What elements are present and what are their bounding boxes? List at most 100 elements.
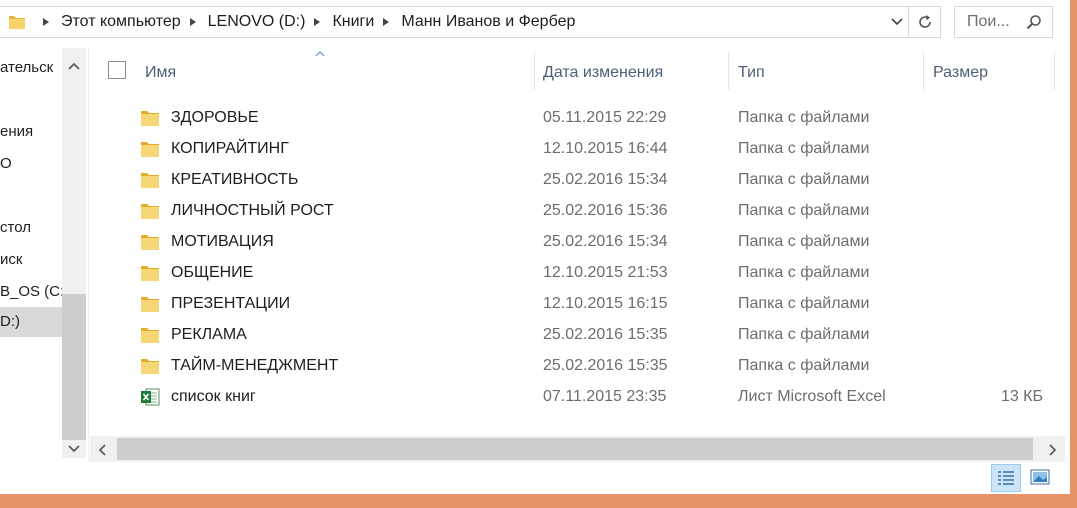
folder-icon <box>9 16 25 29</box>
list-item[interactable]: КРЕАТИВНОСТЬ 25.02.2016 15:34 Папка с фа… <box>90 165 1070 196</box>
breadcrumb-item-books[interactable]: Книги <box>330 13 376 31</box>
file-type: Папка с файлами <box>738 140 870 157</box>
list-item[interactable]: ОБЩЕНИЕ 12.10.2015 21:53 Папка с файлами <box>90 258 1070 289</box>
refresh-button[interactable] <box>909 6 941 38</box>
file-name: МОТИВАЦИЯ <box>171 233 274 250</box>
file-type: Папка с файлами <box>738 202 870 219</box>
file-name: КОПИРАЙТИНГ <box>171 140 289 157</box>
chevron-left-icon[interactable] <box>98 444 108 456</box>
status-bar <box>0 462 1070 494</box>
file-type: Папка с файлами <box>738 326 870 343</box>
list-item[interactable]: КОПИРАЙТИНГ 12.10.2015 16:44 Папка с фай… <box>90 134 1070 165</box>
file-size: 13 КБ <box>1000 388 1043 405</box>
file-date: 25.02.2016 15:34 <box>543 233 668 250</box>
nav-item-drive-d[interactable]: D:) <box>0 307 62 337</box>
column-divider[interactable] <box>728 52 729 90</box>
file-type: Папка с файлами <box>738 171 870 188</box>
nav-scrollbar-thumb[interactable] <box>62 294 86 440</box>
file-name: ЛИЧНОСТНЫЙ РОСТ <box>171 202 334 219</box>
nav-scrollbar[interactable] <box>62 48 86 458</box>
chevron-down-icon[interactable] <box>67 444 81 454</box>
sort-ascending-icon <box>315 51 325 57</box>
list-item[interactable]: МОТИВАЦИЯ 25.02.2016 15:34 Папка с файла… <box>90 227 1070 258</box>
file-date: 25.02.2016 15:34 <box>543 171 668 188</box>
file-date: 25.02.2016 15:35 <box>543 326 668 343</box>
chevron-right-icon[interactable] <box>189 18 196 26</box>
chevron-up-icon[interactable] <box>67 61 81 71</box>
chevron-right-icon[interactable] <box>1047 444 1057 456</box>
select-all-checkbox[interactable] <box>108 61 126 79</box>
breadcrumb: Этот компьютер LENOVO (D:) Книги Манн Ив… <box>36 7 577 37</box>
breadcrumb-item-this-pc[interactable]: Этот компьютер <box>59 13 183 31</box>
search-input[interactable]: Пои... <box>954 6 1053 38</box>
file-name: список книг <box>171 388 256 405</box>
nav-item-disk[interactable]: иск <box>0 251 22 268</box>
file-type: Папка с файлами <box>738 233 870 250</box>
details-view-icon <box>998 471 1014 485</box>
large-icons-view-icon[interactable] <box>1030 468 1050 486</box>
nav-item-drive-c[interactable]: B_OS (C: <box>0 283 64 300</box>
list-item[interactable]: ПРЕЗЕНТАЦИИ 12.10.2015 16:15 Папка с фай… <box>90 289 1070 320</box>
column-divider[interactable] <box>534 52 535 90</box>
file-date: 25.02.2016 15:36 <box>543 202 668 219</box>
file-name: КРЕАТИВНОСТЬ <box>171 171 299 188</box>
list-item[interactable]: ТАЙМ-МЕНЕДЖМЕНТ 25.02.2016 15:35 Папка с… <box>90 351 1070 382</box>
column-header-type[interactable]: Тип <box>738 64 765 82</box>
file-name: ПРЕЗЕНТАЦИИ <box>171 295 291 312</box>
horizontal-scrollbar[interactable] <box>90 436 1065 462</box>
chevron-right-icon[interactable] <box>383 18 390 26</box>
folder-icon <box>141 173 159 188</box>
folder-icon <box>141 204 159 219</box>
file-name: РЕКЛАМА <box>171 326 247 343</box>
address-bar[interactable]: Этот компьютер LENOVO (D:) Книги Манн Ив… <box>0 6 909 38</box>
file-date: 12.10.2015 16:15 <box>543 295 668 312</box>
file-name: ОБЩЕНИЕ <box>171 264 254 281</box>
file-type: Папка с файлами <box>738 357 870 374</box>
search-icon <box>1026 15 1041 30</box>
file-name: ЗДОРОВЬЕ <box>171 109 259 126</box>
folder-icon <box>141 142 159 157</box>
breadcrumb-item-current-folder[interactable]: Манн Иванов и Фербер <box>399 13 577 31</box>
file-date: 12.10.2015 21:53 <box>543 264 668 281</box>
file-type: Папка с файлами <box>738 109 870 126</box>
column-header-size[interactable]: Размер <box>933 64 988 82</box>
column-headers: Имя Дата изменения Тип Размер <box>90 48 1070 96</box>
file-date: 25.02.2016 15:35 <box>543 357 668 374</box>
chevron-right-icon[interactable] <box>314 18 321 26</box>
horizontal-scrollbar-thumb[interactable] <box>117 438 1033 460</box>
list-item[interactable]: список книг 07.11.2015 23:35 Лист Micros… <box>90 382 1070 413</box>
folder-icon <box>141 328 159 343</box>
file-type: Лист Microsoft Excel <box>738 388 886 405</box>
chevron-down-icon[interactable] <box>890 15 904 29</box>
nav-item-desktop[interactable]: стол <box>0 219 31 236</box>
folder-icon <box>141 111 159 126</box>
file-type: Папка с файлами <box>738 264 870 281</box>
file-name: ТАЙМ-МЕНЕДЖМЕНТ <box>171 357 339 374</box>
column-divider[interactable] <box>923 52 924 90</box>
file-list: ЗДОРОВЬЕ 05.11.2015 22:29 Папка с файлам… <box>90 103 1070 413</box>
file-date: 05.11.2015 22:29 <box>543 109 667 126</box>
navigation-pane: ательск ения О стол иск B_OS (C: D:) <box>0 48 89 468</box>
folder-icon <box>141 359 159 374</box>
list-item[interactable]: РЕКЛАМА 25.02.2016 15:35 Папка с файлами <box>90 320 1070 351</box>
folder-icon <box>141 266 159 281</box>
column-header-date[interactable]: Дата изменения <box>543 64 663 82</box>
nav-item-apps[interactable]: ения <box>0 123 33 140</box>
details-view-button[interactable] <box>991 464 1021 492</box>
excel-file-icon <box>141 388 160 406</box>
address-bar-area: Этот компьютер LENOVO (D:) Книги Манн Ив… <box>0 0 1070 44</box>
column-divider[interactable] <box>1054 52 1055 90</box>
list-item[interactable]: ЗДОРОВЬЕ 05.11.2015 22:29 Папка с файлам… <box>90 103 1070 134</box>
nav-item-video[interactable]: О <box>0 155 12 172</box>
refresh-icon <box>919 15 931 28</box>
file-date: 07.11.2015 23:35 <box>543 388 667 405</box>
search-placeholder: Пои... <box>967 13 1010 30</box>
file-date: 12.10.2015 16:44 <box>543 140 668 157</box>
breadcrumb-item-drive[interactable]: LENOVO (D:) <box>206 13 308 31</box>
file-type: Папка с файлами <box>738 295 870 312</box>
folder-icon <box>141 235 159 250</box>
nav-item-libraries[interactable]: ательск <box>0 59 53 76</box>
list-item[interactable]: ЛИЧНОСТНЫЙ РОСТ 25.02.2016 15:36 Папка с… <box>90 196 1070 227</box>
column-header-name[interactable]: Имя <box>145 64 176 82</box>
chevron-right-icon[interactable] <box>43 18 49 26</box>
